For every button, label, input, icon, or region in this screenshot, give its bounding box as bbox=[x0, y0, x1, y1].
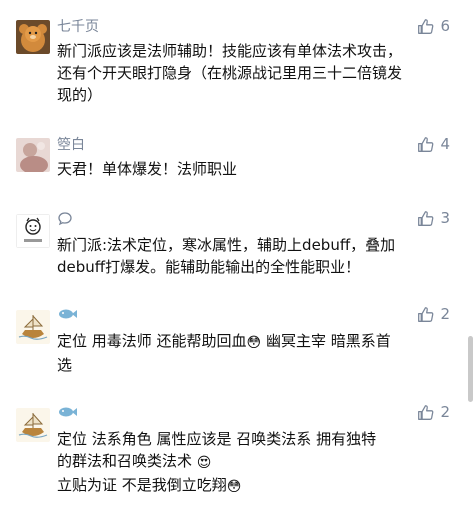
comment-line: 现的） bbox=[57, 86, 103, 104]
comment-line: debuff打爆发。能辅助能输出的全性能职业！ bbox=[57, 258, 361, 276]
comment-line: 幽冥主宰 暗黑系首 bbox=[265, 332, 391, 350]
comment-line: 新门派应该是法师辅助！技能应该有单体法术攻击， bbox=[57, 42, 403, 60]
like-count: 2 bbox=[440, 305, 450, 323]
fish-badge-icon bbox=[57, 405, 77, 424]
ship-avatar-icon[interactable] bbox=[16, 310, 50, 344]
heart-eyes-emoji-icon: 😍 bbox=[196, 455, 212, 471]
thumbs-up-icon bbox=[418, 136, 434, 152]
comment-line: 新门派:法术定位，寒冰属性，辅助上debuff，叠加 bbox=[57, 236, 396, 254]
flushed-emoji-icon: 😳 bbox=[226, 479, 242, 495]
like-count: 4 bbox=[440, 135, 450, 153]
cartoon-face-avatar-icon[interactable] bbox=[16, 214, 50, 248]
username[interactable]: 七千页 bbox=[57, 18, 99, 36]
fish-badge-icon bbox=[57, 307, 77, 326]
comment-line: 立贴为证 不是我倒立吃翔 bbox=[57, 476, 227, 494]
comment-line: 天君！单体爆发！法师职业 bbox=[57, 160, 238, 178]
thumbs-up-icon bbox=[418, 18, 434, 34]
thumbs-up-icon bbox=[418, 210, 434, 226]
photo-avatar-icon[interactable] bbox=[16, 138, 50, 172]
comment-text: 定位 用毒法师 还能帮助回血😳 幽冥主宰 暗黑系首 选 bbox=[57, 330, 449, 376]
bear-avatar-icon[interactable] bbox=[16, 20, 50, 54]
flushed-emoji-icon: 😳 bbox=[246, 335, 262, 351]
thumbs-up-icon bbox=[418, 306, 434, 322]
comment-text: 定位 法系角色 属性应该是 召唤类法系 拥有独特 的群法和召唤类法术 😍 立贴为… bbox=[57, 428, 449, 498]
like-button[interactable]: 2 bbox=[417, 305, 450, 323]
comment-text: 新门派应该是法师辅助！技能应该有单体法术攻击， 还有个开天眼打隐身（在桃源战记里… bbox=[57, 40, 449, 106]
thumbs-up-icon bbox=[418, 404, 434, 420]
like-button[interactable]: 4 bbox=[417, 135, 450, 153]
comment-line: 还有个开天眼打隐身（在桃源战记里用三十二倍镜发 bbox=[57, 64, 403, 82]
like-count: 2 bbox=[440, 403, 450, 421]
ship-avatar-icon[interactable] bbox=[16, 408, 50, 442]
scrollbar[interactable] bbox=[464, 0, 476, 518]
like-count: 3 bbox=[440, 209, 450, 227]
comment-text: 新门派:法术定位，寒冰属性，辅助上debuff，叠加 debuff打爆发。能辅助… bbox=[57, 234, 449, 278]
comment-line: 选 bbox=[57, 356, 73, 374]
like-button[interactable]: 6 bbox=[417, 17, 450, 35]
comment-bubble-icon bbox=[57, 211, 73, 232]
comment-text: 天君！单体爆发！法师职业 bbox=[57, 158, 449, 180]
comment-line: 的群法和召唤类法术 bbox=[57, 452, 193, 470]
username[interactable]: 箜白 bbox=[57, 136, 85, 154]
like-button[interactable]: 2 bbox=[417, 403, 450, 421]
comment-line: 定位 法系角色 属性应该是 召唤类法系 拥有独特 bbox=[57, 430, 377, 448]
like-button[interactable]: 3 bbox=[417, 209, 450, 227]
scrollbar-thumb[interactable] bbox=[468, 336, 473, 402]
like-count: 6 bbox=[440, 17, 450, 35]
comment-line: 定位 用毒法师 还能帮助回血 bbox=[57, 332, 247, 350]
